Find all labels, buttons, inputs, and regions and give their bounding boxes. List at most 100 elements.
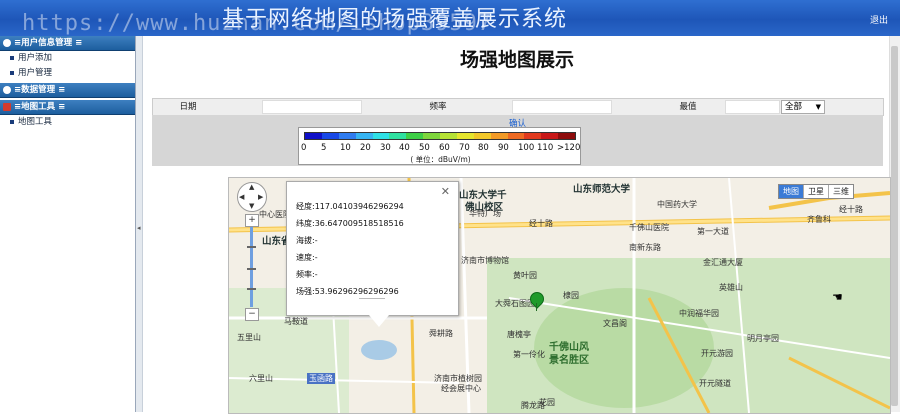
legend-tick-label: 80 [478,143,489,153]
legend-unit: ( 单位：dBuV/m) [410,155,471,164]
zoom-in-button[interactable]: + [245,214,259,227]
legend-tick-label: 70 [459,143,470,153]
sidebar-section-label: 数据管理 [21,85,56,95]
pan-down-icon[interactable]: ▼ [249,202,254,210]
popup-divider [359,298,385,299]
legend-color-swatch [558,133,575,139]
date-field[interactable] [262,100,362,114]
expand-icon [3,86,11,94]
legend-color-swatch [355,133,373,139]
map-type-switch: 地图 卫星 三维 [778,184,854,199]
sidebar-item-label: 地图工具 [18,117,53,127]
select-value: 全部 [785,102,803,112]
map-label: 五里山 [237,333,261,342]
legend-tick-label: 5 [321,143,327,153]
freq-label: 频率 [429,102,447,112]
legend-tick-label: 50 [419,143,430,153]
map-label: 经十路 [529,219,553,228]
legend-tick-label: 90 [498,143,509,153]
sidebar-item-user-add[interactable]: 用户添加 [0,51,135,66]
legend-color-swatch [406,133,424,139]
legend-color-swatch [524,133,542,139]
map-label: 开元隧道 [699,379,731,388]
legend-ticks: 0 5 10 20 30 40 50 60 70 80 90 100 110 >120 [301,143,581,153]
collapse-icon [3,103,11,111]
map-label: 花园 [539,398,555,407]
map-label: 第一伶化 [513,350,545,359]
map-label: 明月亭园 [747,334,779,343]
chevron-down-icon: ▼ [815,103,821,111]
map-label: 经会展中心 [441,384,481,393]
main-content: 场强地图展示 日期 频率 最值 全部 ▼ 确认 0 5 10 20 30 40 50 60 70… [143,36,900,414]
legend-tick-label: >120 [557,143,581,153]
map-label: 玉函路 [307,373,335,384]
legend-tick-label: 40 [399,143,410,153]
pan-control[interactable]: ▲ ▼ ◀ ▶ [237,182,267,212]
legend-color-swatch [507,133,525,139]
legend-color-bar [304,132,576,140]
legend-color-swatch [541,133,559,139]
map-label: 舜耕路 [429,329,453,338]
map-label: 南新东路 [629,243,661,252]
map-label: 华特广场 [469,209,501,218]
legend-tick-label: 0 [301,143,307,153]
map-type-button-3d[interactable]: 三维 [829,185,853,198]
map-label: 六里山 [249,374,273,383]
legend-color-swatch [473,133,491,139]
pan-up-icon[interactable]: ▲ [249,183,254,191]
app-header: https://www.huzhan.com/ishop39597 基于网络地图… [0,0,900,36]
pan-left-icon[interactable]: ◀ [239,193,244,201]
map-type-button-map[interactable]: 地图 [779,185,804,198]
sidebar-section-map-tools[interactable]: ≡地图工具 ≡ [0,100,135,115]
legend-tick-label: 20 [360,143,371,153]
popup-latitude: 纬度:36.647009518518516 [296,219,404,228]
legend-color-swatch [321,133,339,139]
logout-link[interactable]: 退出 [870,13,888,26]
filter-bar: 日期 频率 最值 全部 ▼ [152,98,884,116]
map-label: 棣园 [563,291,579,300]
hand-cursor-icon: ☚ [832,290,843,304]
sidebar-splitter[interactable]: ◂ [136,36,143,412]
zoom-slider-track[interactable] [250,227,253,307]
map-label: 文昌阁 [603,319,627,328]
map-label: 唐槐亭 [507,330,531,339]
zoom-out-button[interactable]: − [245,308,259,321]
legend-tick-label: 100 [518,143,535,153]
sidebar-section-label: 地图工具 [21,102,56,112]
legend-color-swatch [423,133,440,139]
legend-tick-label: 60 [439,143,450,153]
sidebar-section-user-info[interactable]: ≡用户信息管理 ≡ [0,36,135,51]
map-view[interactable]: 山东大学千 佛山校区 山东师范大学 中国药大学 经十路 千佛山医院 第一大道 金… [228,177,891,414]
pin-stem [536,303,537,311]
freq-field[interactable] [512,100,612,114]
legend-color-swatch [490,133,508,139]
legend-color-swatch [305,133,322,139]
legend-tick-label: 30 [380,143,391,153]
value-select[interactable]: 全部 ▼ [781,100,825,114]
map-label: 千佛山医院 [629,223,669,232]
legend-color-swatch [338,133,356,139]
scrollbar-thumb[interactable] [891,46,898,406]
map-label: 马鞍道 [284,317,308,326]
max-field[interactable] [725,100,780,114]
collapse-arrow-icon[interactable]: ◂ [137,224,141,232]
zoom-tick [247,246,256,248]
map-type-button-satellite[interactable]: 卫星 [804,185,829,198]
app-title: 基于网络地图的场强覆盖展示系统 [222,7,568,32]
bullet-icon [10,56,14,60]
map-label: 山东师范大学 [573,184,631,195]
map-label: 金汇通大厦 [703,258,743,267]
zoom-tick [247,288,256,290]
legend-color-swatch [456,133,474,139]
sidebar-section-data-manage[interactable]: ≡数据管理 ≡ [0,83,135,98]
close-icon[interactable]: ✕ [441,185,450,198]
sidebar-item-user-manage[interactable]: 用户管理 [0,66,135,81]
legend-color-swatch [440,133,457,139]
legend-color-swatch [389,133,407,139]
popup-longitude: 经度:117.04103946296294 [296,202,404,211]
map-label: 济南市博物馆 [461,256,509,265]
date-label: 日期 [179,102,197,112]
sidebar-item-map-tool[interactable]: 地图工具 [0,115,135,130]
map-label: 经十路 [839,205,863,214]
pan-right-icon[interactable]: ▶ [258,193,263,201]
